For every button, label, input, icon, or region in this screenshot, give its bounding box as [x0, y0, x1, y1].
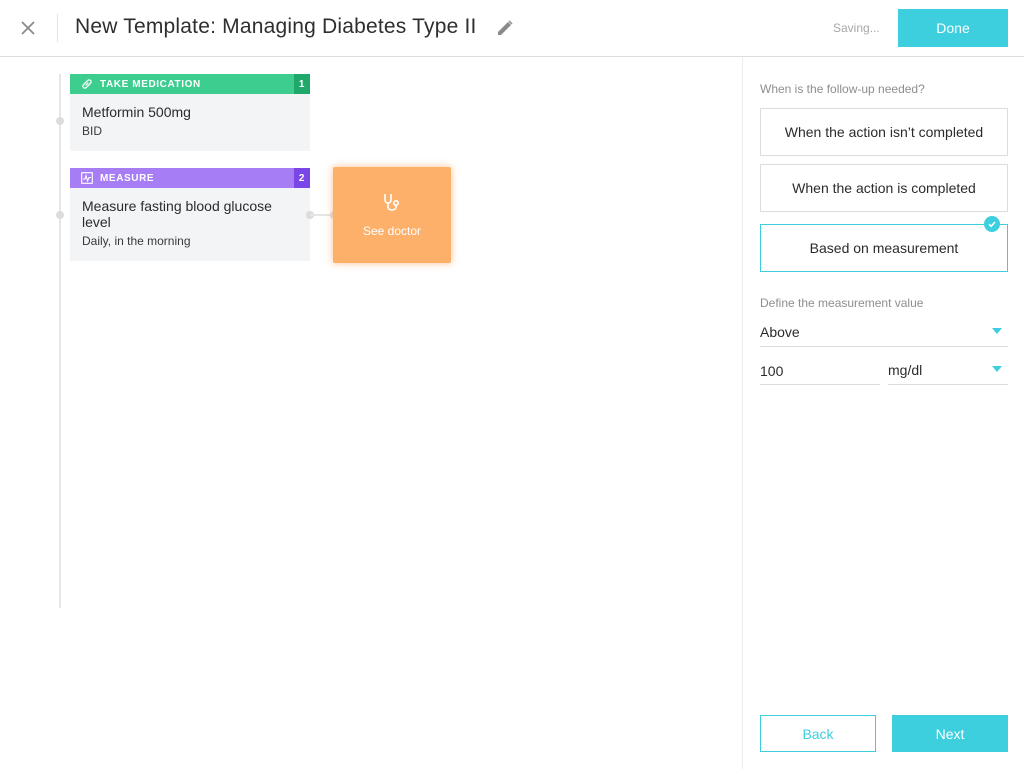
selected-check-icon: [984, 216, 1000, 232]
timeline-line: [59, 74, 61, 608]
card-title: Metformin 500mg: [82, 104, 191, 120]
edit-title-button[interactable]: [494, 17, 516, 39]
option-based-on-measurement[interactable]: Based on measurement: [760, 224, 1008, 272]
follow-up-label: See doctor: [362, 224, 422, 238]
card-number-badge: 2: [294, 168, 310, 188]
card-title: Measure fasting blood glucose level: [82, 198, 272, 230]
close-button[interactable]: [14, 14, 42, 42]
follow-up-question: When is the follow-up needed?: [760, 82, 925, 96]
unit-value: mg/dl: [888, 362, 923, 378]
option-completed[interactable]: When the action is completed: [760, 164, 1008, 212]
header-divider: [57, 14, 58, 42]
card-header: MEASURE 2: [70, 168, 310, 188]
back-button[interactable]: Back: [760, 715, 876, 752]
comparator-value: Above: [760, 324, 800, 340]
top-bar: New Template: Managing Diabetes Type II …: [0, 0, 1024, 57]
page-title: New Template: Managing Diabetes Type II: [75, 15, 477, 38]
pulse-chart-icon: [80, 171, 94, 185]
card-type-label: TAKE MEDICATION: [100, 78, 201, 90]
card-header: TAKE MEDICATION 1: [70, 74, 310, 94]
dropdown-arrow-icon: [992, 328, 1002, 334]
comparator-select[interactable]: Above: [760, 318, 1008, 347]
pencil-icon: [498, 20, 513, 35]
timeline-node: [56, 211, 64, 219]
action-card-measure[interactable]: MEASURE 2 Measure fasting blood glucose …: [70, 168, 310, 261]
card-number-badge: 1: [294, 74, 310, 94]
measurement-value-input[interactable]: [760, 357, 880, 385]
dropdown-arrow-icon: [992, 366, 1002, 372]
action-card-medication[interactable]: TAKE MEDICATION 1 Metformin 500mg BID: [70, 74, 310, 151]
measurement-value-label: Define the measurement value: [760, 296, 924, 310]
done-button[interactable]: Done: [898, 9, 1008, 47]
saving-status: Saving...: [833, 21, 880, 35]
card-subtitle: BID: [82, 124, 103, 138]
close-icon: [21, 21, 35, 35]
stethoscope-icon: [384, 194, 400, 211]
timeline-node: [56, 117, 64, 125]
card-type-label: MEASURE: [100, 172, 155, 184]
follow-up-card-see-doctor[interactable]: See doctor: [333, 167, 451, 263]
pill-icon: [80, 77, 94, 91]
option-not-completed[interactable]: When the action isn’t completed: [760, 108, 1008, 156]
card-subtitle: Daily, in the morning: [82, 234, 191, 248]
unit-select[interactable]: mg/dl: [888, 357, 1008, 385]
next-button[interactable]: Next: [892, 715, 1008, 752]
